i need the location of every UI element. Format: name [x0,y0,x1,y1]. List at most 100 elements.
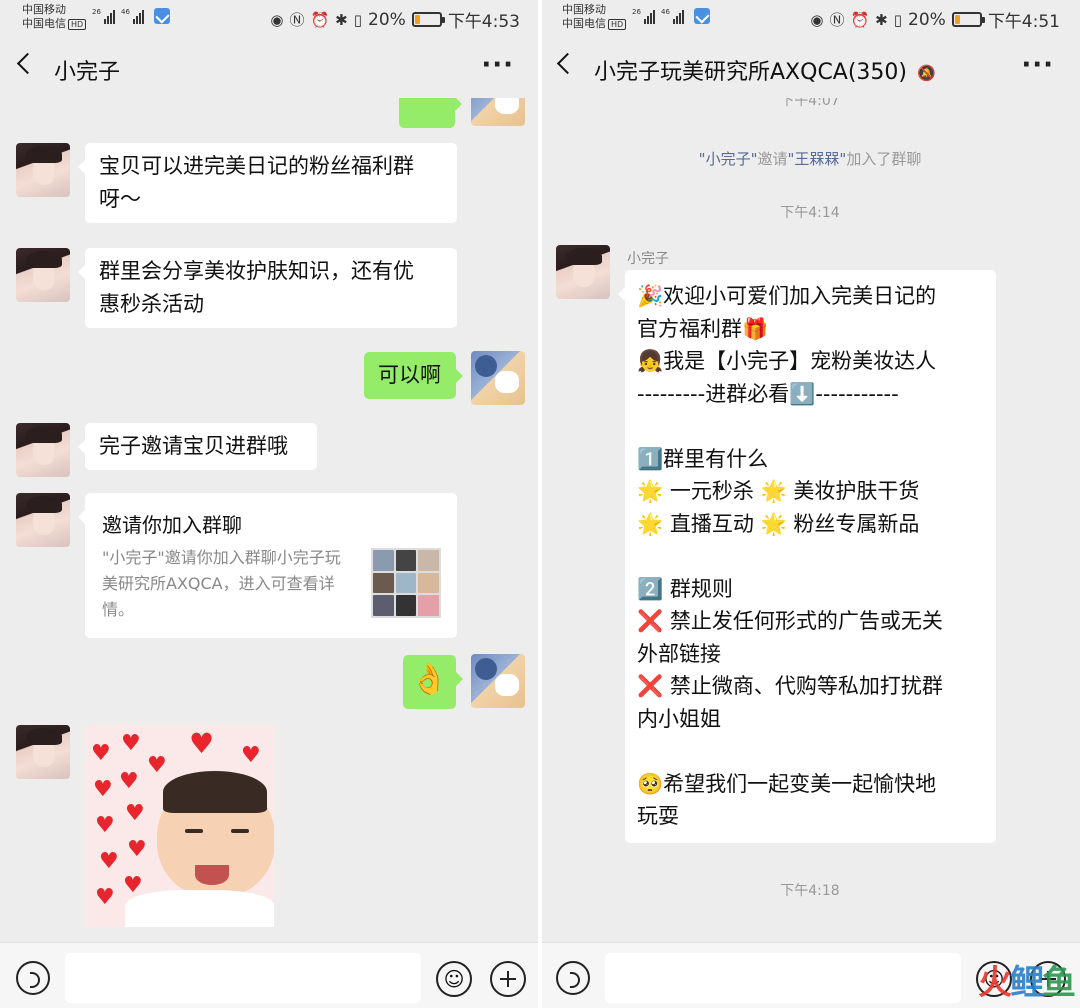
hd-badge: HD [608,19,627,30]
baby-eye [231,829,249,833]
welcome-line: ❌ 禁止微商、代购等私加打扰群 [637,674,943,698]
plus-icon[interactable] [490,961,526,997]
vibrate-icon: ▯ [353,10,363,29]
sticker-image[interactable]: ♥ ♥ ♥ ♥ ♥ ♥ ♥ ♥ ♥ ♥ ♥ ♥ ♥ [85,725,274,927]
heart-icon: ♥ [119,769,139,794]
welcome-line: 🌟 一元秒杀 🌟 美妆护肤干货 [637,479,920,503]
ellipsis-icon[interactable]: ··· [1021,50,1054,80]
chat-header: 小完子玩美研究所AXQCA(350) 🔕 ··· [540,40,1080,98]
welcome-line: ❌ 禁止发任何形式的广告或无关 [637,609,943,633]
signal-icon: 26 46 [92,8,170,24]
chat-title: 小完子 [54,60,121,85]
alarm-icon: ⏰ [310,10,330,29]
welcome-line: 1️⃣群里有什么 [637,446,769,471]
message-text: 惠秒杀活动 [99,292,204,316]
welcome-line: 外部链接 [637,641,721,666]
network-type: 46 [661,8,670,16]
avatar[interactable] [16,248,70,302]
avatar[interactable] [471,654,525,708]
avatar[interactable] [471,351,525,405]
inviter-link[interactable]: "小完子" [699,150,758,168]
left-chat-screen: 中国移动 中国电信 HD 26 46 ◉ Ⓝ ⏰ ✱ ▯ 20% 下午4:53 小… [0,0,540,1008]
group-invite-card[interactable]: 邀请你加入群聊 "小完子"邀请你加入群聊小完子玩美研究所AXQCA，进入可查看详… [78,493,457,638]
status-right: ◉ Ⓝ ⏰ ✱ ▯ 20% 下午4:51 [810,7,1060,33]
bluetooth-icon: ✱ [335,10,348,29]
right-chat-screen: 中国移动 中国电信 HD 26 46 ◉ Ⓝ ⏰ ✱ ▯ 20% 下午4:51 下… [540,0,1080,1008]
welcome-line [637,735,984,768]
bluetooth-icon: ✱ [875,10,888,29]
message-bubble-outgoing[interactable]: 可以啊 [364,352,463,399]
welcome-line [637,410,984,443]
message-input[interactable] [605,953,961,1003]
heart-icon: ♥ [147,753,167,778]
message-input[interactable] [65,953,421,1003]
heart-icon: ♥ [127,837,147,862]
signal-icon: 26 46 [632,8,710,24]
battery-icon [411,12,445,27]
status-right: ◉ Ⓝ ⏰ ✱ ▯ 20% 下午4:53 [270,7,520,33]
baby-shirt [125,890,274,927]
network-type: 26 [92,8,101,16]
network-type: 26 [632,8,641,16]
vibrate-icon: ▯ [893,10,903,29]
nfc-icon: Ⓝ [829,11,845,29]
invitee-link[interactable]: "王槑槑" [788,150,847,168]
heart-icon: ♥ [99,849,119,874]
message-text: 宝贝可以进完美日记的粉丝福利群 [99,154,414,178]
eye-icon: ◉ [270,10,284,29]
message-bubble-outgoing[interactable]: 👌 [403,655,463,709]
welcome-line: 内小姐姐 [637,706,721,731]
system-message: "小完子"邀请"王槑槑"加入了群聊 [540,148,1080,169]
message-bubble-incoming[interactable]: 宝贝可以进完美日记的粉丝福利群 呀～ [78,143,457,223]
timestamp: 下午4:18 [780,883,840,899]
carrier-info: 中国移动 中国电信 HD [562,3,627,31]
heart-icon: ♥ [91,741,111,766]
welcome-line: ---------进群必看⬇️----------- [637,381,899,406]
system-text: 邀请 [757,150,788,168]
voice-icon[interactable] [16,961,50,995]
status-bar: 中国移动 中国电信 HD 26 46 ◉ Ⓝ ⏰ ✱ ▯ 20% 下午4:53 [0,0,540,38]
avatar[interactable] [16,725,70,779]
message-text: 可以啊 [378,363,441,387]
voice-icon[interactable] [556,961,590,995]
heart-icon: ♥ [95,813,115,838]
message-bubble-incoming[interactable]: 完子邀请宝贝进群哦 [78,423,317,470]
avatar[interactable] [16,423,70,477]
watermark-logo: 火鲤鱼 [978,963,1076,1003]
avatar[interactable] [556,245,610,299]
invite-card-description: "小完子"邀请你加入群聊小完子玩美研究所AXQCA，进入可查看详情。 [102,548,341,619]
status-bar: 中国移动 中国电信 HD 26 46 ◉ Ⓝ ⏰ ✱ ▯ 20% 下午4:51 [540,0,1080,38]
eye-icon: ◉ [810,10,824,29]
welcome-line: 👧我是【小完子】宠粉美妆达人 [637,349,937,373]
message-bubble-incoming[interactable]: 群里会分享美妆护肤知识，还有优 惠秒杀活动 [78,248,457,328]
network-type: 46 [121,8,130,16]
ok-hand-icon: 👌 [410,662,449,697]
bell-off-icon: 🔕 [917,64,936,82]
carrier-bottom: 中国电信 [22,17,66,30]
group-name: 小完子玩美研究所AXQCA(350) [594,60,908,85]
ellipsis-icon[interactable]: ··· [481,50,514,80]
chevron-left-icon[interactable] [556,52,579,75]
chat-title: 小完子玩美研究所AXQCA(350) 🔕 [594,54,936,86]
message-text: 完子邀请宝贝进群哦 [99,434,288,458]
app-notification-icon [154,8,170,24]
welcome-line: 🌟 直播互动 🌟 粉丝专属新品 [637,511,920,536]
heart-icon: ♥ [241,743,261,768]
clock: 下午4:51 [987,12,1060,32]
message-text: 呀～ [99,187,141,211]
avatar[interactable] [16,493,70,547]
smile-icon[interactable]: ☺ [436,961,472,997]
battery-fill [954,15,960,24]
heart-icon: ♥ [93,777,113,802]
welcome-line: 🎉欢迎小可爱们加入完美日记的 [637,284,937,308]
avatar[interactable] [16,143,70,197]
screen-divider [538,0,542,1008]
baby-eye [185,829,203,833]
baby-mouth [195,865,229,885]
input-bar: ☺ [0,942,540,1008]
invite-card-title: 邀请你加入群聊 [102,513,242,537]
battery-icon [951,12,985,27]
battery-percent: 20% [908,9,946,30]
hd-badge: HD [68,19,87,30]
welcome-message-bubble[interactable]: 🎉欢迎小可爱们加入完美日记的 官方福利群🎁 👧我是【小完子】宠粉美妆达人 ------… [618,270,996,843]
